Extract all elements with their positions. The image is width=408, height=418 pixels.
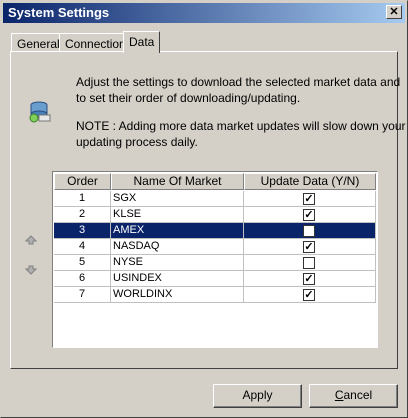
market-name-cell: USINDEX <box>111 271 244 287</box>
note-line-1: NOTE : Adding more data market updates w… <box>76 119 406 133</box>
tab-general[interactable]: General <box>11 33 66 52</box>
update-cell: ✓ <box>244 271 376 287</box>
market-list[interactable]: Order Name Of Market Update Data (Y/N) 1… <box>52 171 378 348</box>
order-cell: 1 <box>54 191 111 207</box>
table-row[interactable]: 1 SGX ✓ <box>54 191 376 207</box>
order-cell: 7 <box>54 287 111 303</box>
order-cell: 2 <box>54 207 111 223</box>
move-up-arrow-icon[interactable] <box>25 235 37 245</box>
table-row[interactable]: 5 NYSE <box>54 255 376 271</box>
update-checkbox[interactable] <box>303 225 315 237</box>
order-cell: 3 <box>54 223 111 239</box>
note-line-2: updating process daily. <box>76 135 198 149</box>
cancel-label-rest: ancel <box>343 388 373 402</box>
title-bar[interactable]: System Settings ✕ <box>3 3 405 23</box>
column-header-name[interactable]: Name Of Market <box>111 173 244 190</box>
table-row[interactable]: 2 KLSE ✓ <box>54 207 376 223</box>
update-checkbox[interactable]: ✓ <box>303 289 315 301</box>
column-header-order[interactable]: Order <box>54 173 111 190</box>
apply-button[interactable]: Apply <box>213 384 302 408</box>
market-name-cell: NASDAQ <box>111 239 244 255</box>
database-icon <box>29 101 51 123</box>
move-down-arrow-icon[interactable] <box>25 265 37 275</box>
market-name-cell: AMEX <box>111 223 244 239</box>
update-checkbox[interactable]: ✓ <box>303 241 315 253</box>
order-cell: 4 <box>54 239 111 255</box>
update-checkbox[interactable]: ✓ <box>303 193 315 205</box>
table-row[interactable]: 7 WORLDINX ✓ <box>54 287 376 303</box>
update-cell: ✓ <box>244 191 376 207</box>
market-name-cell: SGX <box>111 191 244 207</box>
market-name-cell: KLSE <box>111 207 244 223</box>
tab-data[interactable]: Data <box>123 31 161 53</box>
update-cell: ✓ <box>244 207 376 223</box>
update-cell <box>244 223 376 239</box>
table-row[interactable]: 4 NASDAQ ✓ <box>54 239 376 255</box>
order-cell: 5 <box>54 255 111 271</box>
close-button[interactable]: ✕ <box>386 5 402 19</box>
update-cell: ✓ <box>244 239 376 255</box>
description-line-2: to set their order of downloading/updati… <box>76 91 301 105</box>
system-settings-window: System Settings ✕ General Connection Dat… <box>0 0 408 418</box>
update-cell: ✓ <box>244 287 376 303</box>
table-row[interactable]: 6 USINDEX ✓ <box>54 271 376 287</box>
update-checkbox[interactable] <box>303 257 315 269</box>
tab-connection[interactable]: Connection <box>59 33 132 52</box>
table-row[interactable]: 3 AMEX <box>54 223 376 239</box>
update-checkbox[interactable]: ✓ <box>303 273 315 285</box>
window-title: System Settings <box>8 5 110 20</box>
market-name-cell: NYSE <box>111 255 244 271</box>
cancel-button[interactable]: Cancel <box>309 384 398 408</box>
update-checkbox[interactable]: ✓ <box>303 209 315 221</box>
description-line-1: Adjust the settings to download the sele… <box>76 75 401 89</box>
order-cell: 6 <box>54 271 111 287</box>
update-cell <box>244 255 376 271</box>
column-header-update[interactable]: Update Data (Y/N) <box>244 173 376 190</box>
market-name-cell: WORLDINX <box>111 287 244 303</box>
